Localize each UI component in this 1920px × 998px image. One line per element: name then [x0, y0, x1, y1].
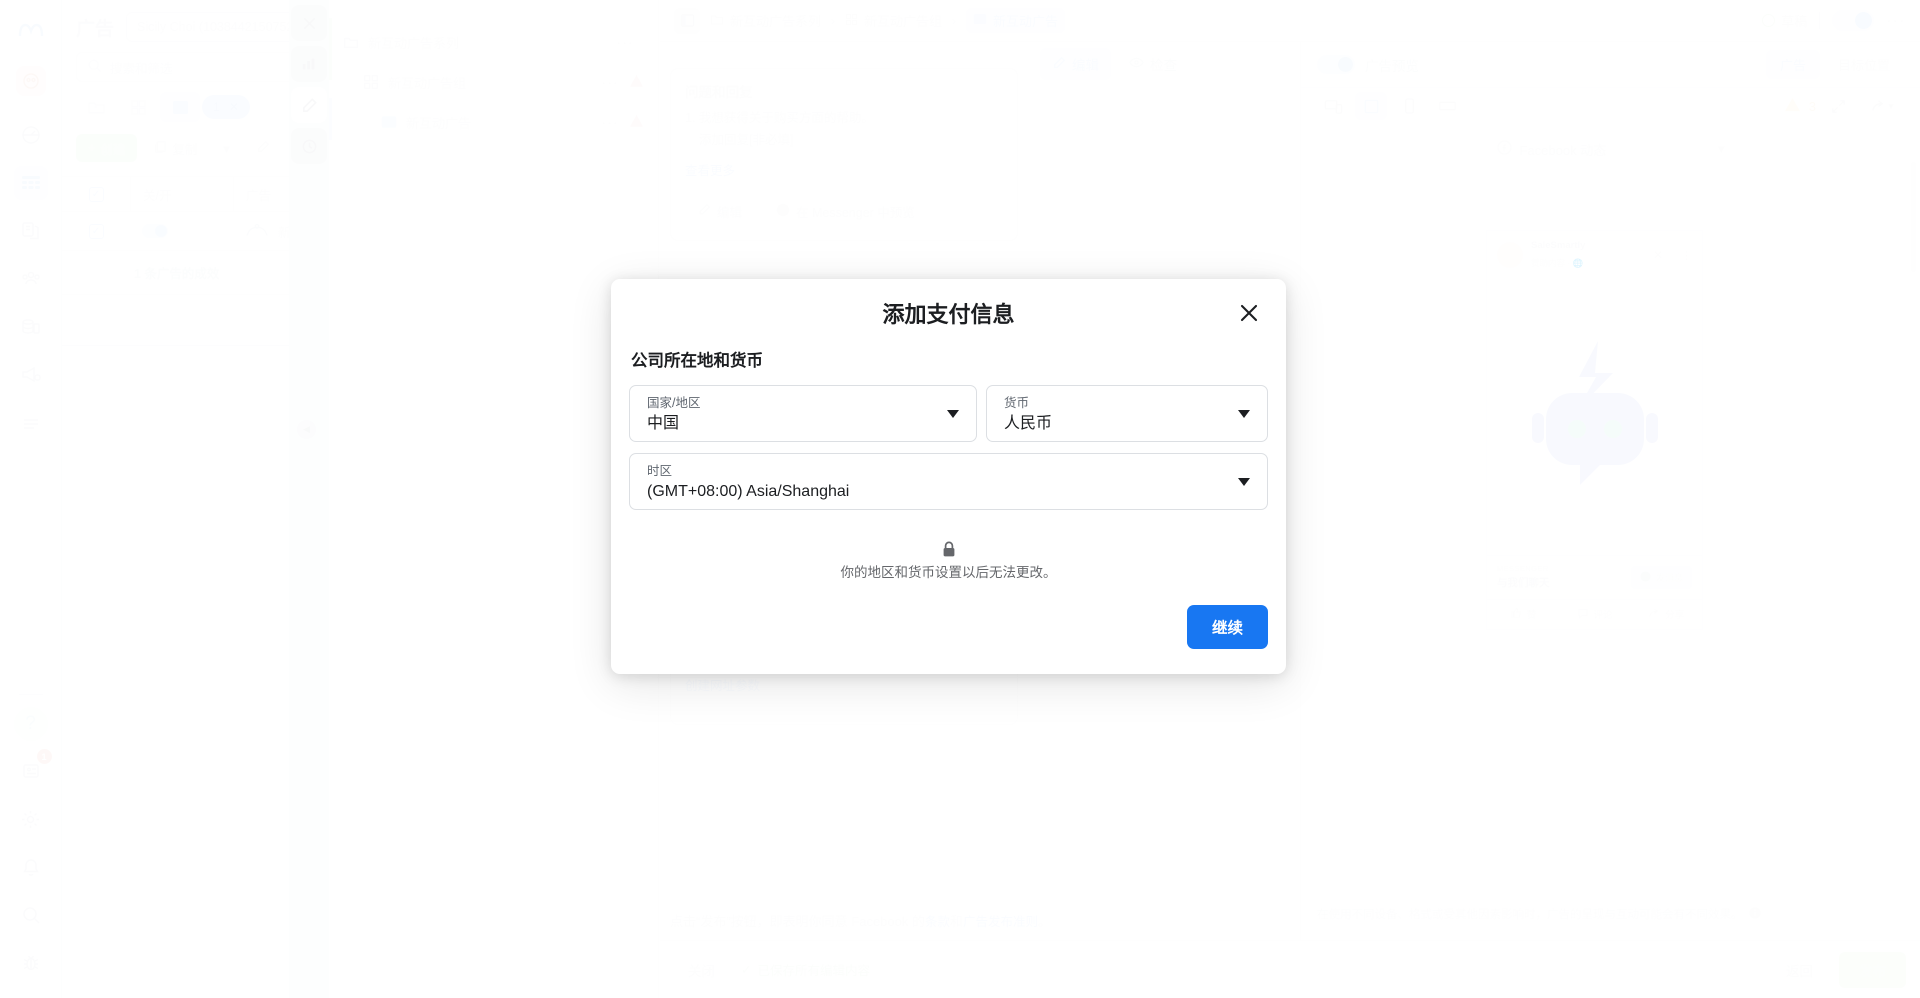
continue-button[interactable]: 继续 — [1186, 605, 1268, 649]
chevron-down-icon — [1238, 409, 1250, 418]
close-icon[interactable] — [1234, 298, 1264, 328]
country-select[interactable]: 国家/地区 中国 — [629, 385, 977, 442]
currency-label: 货币 — [1004, 396, 1030, 410]
country-value: 中国 — [647, 414, 680, 432]
modal-footer: 继续 — [611, 583, 1286, 674]
currency-select[interactable]: 货币 人民币 — [986, 385, 1268, 442]
modal-body: 公司所在地和货币 国家/地区 中国 货币 人民币 时区 (GMT+08:00) … — [611, 347, 1286, 583]
chevron-down-icon — [1238, 477, 1250, 486]
chevron-down-icon — [947, 409, 959, 418]
immutable-notice-text: 你的地区和货币设置以后无法更改。 — [840, 565, 1057, 580]
currency-value: 人民币 — [1004, 414, 1053, 432]
immutable-notice: 你的地区和货币设置以后无法更改。 — [629, 521, 1268, 583]
modal-title: 添加支付信息 — [882, 302, 1015, 327]
lock-icon — [629, 541, 1268, 558]
timezone-row: 时区 (GMT+08:00) Asia/Shanghai — [629, 453, 1268, 510]
timezone-select[interactable]: 时区 (GMT+08:00) Asia/Shanghai — [629, 453, 1268, 510]
add-payment-info-modal: 添加支付信息 公司所在地和货币 国家/地区 中国 货币 人民币 时区 (GMT+… — [611, 279, 1286, 674]
section-title: 公司所在地和货币 — [631, 352, 763, 370]
modal-header: 添加支付信息 — [611, 279, 1286, 347]
app-root: ? 1 — [0, 0, 1920, 998]
location-currency-row: 国家/地区 中国 货币 人民币 — [629, 385, 1268, 442]
timezone-label: 时区 — [647, 464, 673, 478]
country-label: 国家/地区 — [647, 396, 701, 410]
timezone-value: (GMT+08:00) Asia/Shanghai — [647, 482, 850, 500]
